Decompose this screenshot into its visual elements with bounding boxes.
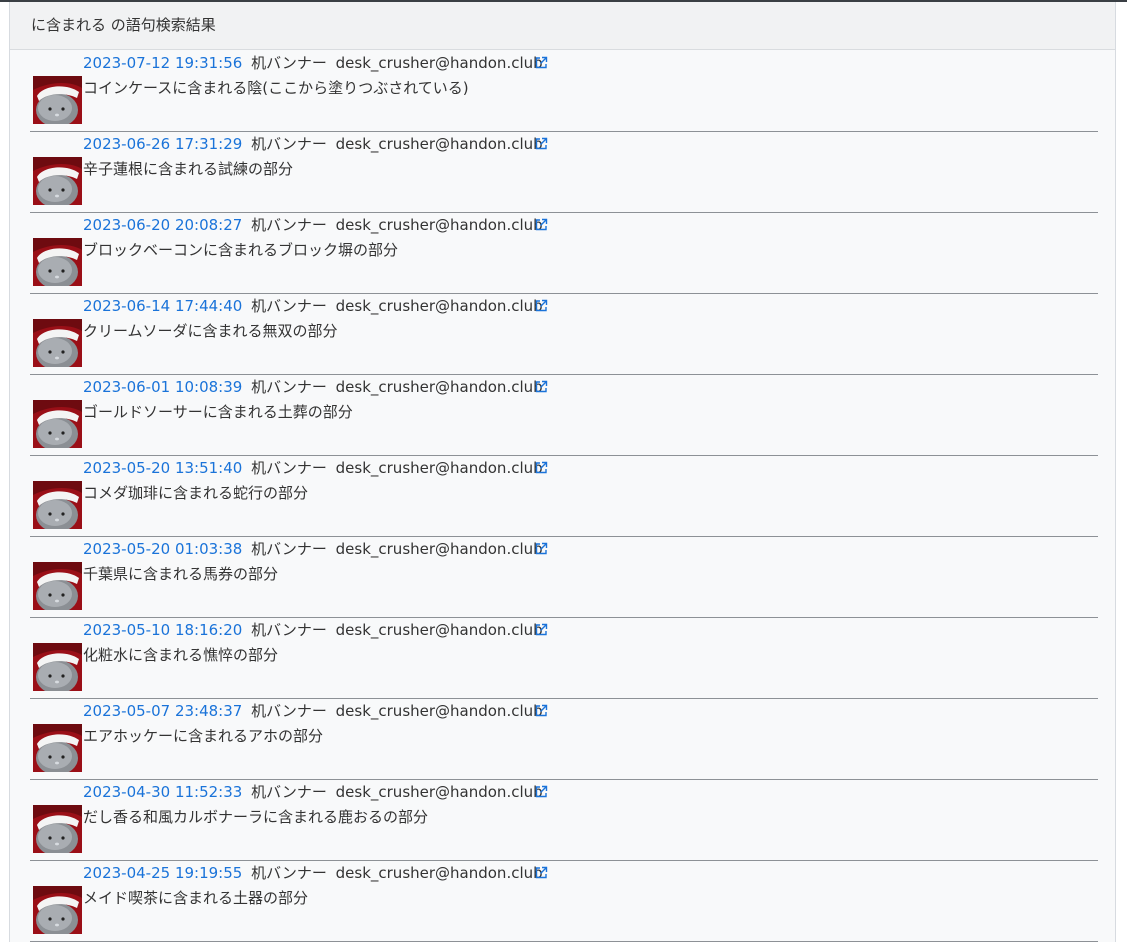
- entry-meta: 2023-05-20 01:03:38 机バンナー desk_crusher@h…: [83, 540, 543, 558]
- avatar[interactable]: [33, 319, 82, 367]
- avatar[interactable]: [33, 481, 82, 529]
- entry-content: クリームソーダに含まれる無双の部分: [83, 322, 338, 340]
- external-link-icon[interactable]: [534, 784, 548, 798]
- author-name: 机バンナー: [251, 54, 327, 72]
- timestamp-link[interactable]: 2023-05-10 18:16:20: [83, 621, 242, 639]
- list-item: 2023-06-01 10:08:39 机バンナー desk_crusher@h…: [30, 375, 1098, 456]
- account-handle: desk_crusher@handon.club: [335, 621, 543, 639]
- entry-meta: 2023-07-12 19:31:56 机バンナー desk_crusher@h…: [83, 54, 543, 72]
- author-name: 机バンナー: [251, 864, 327, 882]
- list-item: 2023-06-26 17:31:29 机バンナー desk_crusher@h…: [30, 132, 1098, 213]
- list-item: 2023-05-20 13:51:40 机バンナー desk_crusher@h…: [30, 456, 1098, 537]
- list-item: 2023-06-14 17:44:40 机バンナー desk_crusher@h…: [30, 294, 1098, 375]
- author-name: 机バンナー: [251, 783, 327, 801]
- timestamp-link[interactable]: 2023-07-12 19:31:56: [83, 54, 242, 72]
- external-link-icon[interactable]: [534, 703, 548, 717]
- account-handle: desk_crusher@handon.club: [335, 783, 543, 801]
- avatar[interactable]: [33, 157, 82, 205]
- timestamp-link[interactable]: 2023-05-20 13:51:40: [83, 459, 242, 477]
- external-link-icon[interactable]: [534, 136, 548, 150]
- external-link-icon[interactable]: [534, 622, 548, 636]
- account-handle: desk_crusher@handon.club: [335, 459, 543, 477]
- list-item: 2023-06-20 20:08:27 机バンナー desk_crusher@h…: [30, 213, 1098, 294]
- entry-content: 辛子蓮根に含まれる試練の部分: [83, 160, 294, 178]
- avatar[interactable]: [33, 76, 82, 124]
- timestamp-link[interactable]: 2023-04-30 11:52:33: [83, 783, 242, 801]
- external-link-icon[interactable]: [534, 217, 548, 231]
- avatar[interactable]: [33, 886, 82, 934]
- entry-content: ブロックベーコンに含まれるブロック塀の部分: [83, 241, 399, 259]
- account-handle: desk_crusher@handon.club: [335, 297, 543, 315]
- external-link-icon[interactable]: [534, 55, 548, 69]
- external-link-icon[interactable]: [534, 460, 548, 474]
- external-link-icon[interactable]: [534, 379, 548, 393]
- panel-title: に含まれる の語句検索結果: [10, 2, 1115, 50]
- entry-content: コメダ珈琲に含まれる蛇行の部分: [83, 484, 309, 502]
- author-name: 机バンナー: [251, 216, 327, 234]
- avatar[interactable]: [33, 238, 82, 286]
- entry-content: コインケースに含まれる陰(ここから塗りつぶされている): [83, 79, 469, 97]
- results-list: 2023-07-12 19:31:56 机バンナー desk_crusher@h…: [30, 51, 1098, 942]
- author-name: 机バンナー: [251, 135, 327, 153]
- entry-meta: 2023-06-01 10:08:39 机バンナー desk_crusher@h…: [83, 378, 543, 396]
- avatar[interactable]: [33, 724, 82, 772]
- author-name: 机バンナー: [251, 621, 327, 639]
- author-name: 机バンナー: [251, 540, 327, 558]
- entry-content: ゴールドソーサーに含まれる土葬の部分: [83, 403, 353, 421]
- list-item: 2023-05-07 23:48:37 机バンナー desk_crusher@h…: [30, 699, 1098, 780]
- timestamp-link[interactable]: 2023-05-07 23:48:37: [83, 702, 242, 720]
- entry-content: エアホッケーに含まれるアホの部分: [83, 727, 324, 745]
- author-name: 机バンナー: [251, 459, 327, 477]
- timestamp-link[interactable]: 2023-04-25 19:19:55: [83, 864, 242, 882]
- account-handle: desk_crusher@handon.club: [335, 540, 543, 558]
- entry-meta: 2023-06-20 20:08:27 机バンナー desk_crusher@h…: [83, 216, 543, 234]
- entry-meta: 2023-04-30 11:52:33 机バンナー desk_crusher@h…: [83, 783, 543, 801]
- account-handle: desk_crusher@handon.club: [335, 378, 543, 396]
- entry-content: メイド喫茶に含まれる土器の部分: [83, 889, 309, 907]
- entry-content: だし香る和風カルボナーラに含まれる鹿おるの部分: [83, 808, 429, 826]
- timestamp-link[interactable]: 2023-06-14 17:44:40: [83, 297, 242, 315]
- account-handle: desk_crusher@handon.club: [335, 135, 543, 153]
- entry-meta: 2023-04-25 19:19:55 机バンナー desk_crusher@h…: [83, 864, 543, 882]
- external-link-icon[interactable]: [534, 865, 548, 879]
- list-item: 2023-05-10 18:16:20 机バンナー desk_crusher@h…: [30, 618, 1098, 699]
- avatar[interactable]: [33, 562, 82, 610]
- entry-content: 化粧水に含まれる憔悴の部分: [83, 646, 279, 664]
- account-handle: desk_crusher@handon.club: [335, 864, 543, 882]
- search-results-panel: に含まれる の語句検索結果 2023-07-12 19:31:56 机バンナー …: [9, 2, 1116, 942]
- avatar[interactable]: [33, 400, 82, 448]
- external-link-icon[interactable]: [534, 298, 548, 312]
- list-item: 2023-04-25 19:19:55 机バンナー desk_crusher@h…: [30, 861, 1098, 942]
- avatar[interactable]: [33, 643, 82, 691]
- account-handle: desk_crusher@handon.club: [335, 54, 543, 72]
- avatar[interactable]: [33, 805, 82, 853]
- entry-meta: 2023-06-14 17:44:40 机バンナー desk_crusher@h…: [83, 297, 543, 315]
- list-item: 2023-04-30 11:52:33 机バンナー desk_crusher@h…: [30, 780, 1098, 861]
- entry-meta: 2023-05-20 13:51:40 机バンナー desk_crusher@h…: [83, 459, 543, 477]
- timestamp-link[interactable]: 2023-06-26 17:31:29: [83, 135, 242, 153]
- entry-meta: 2023-05-07 23:48:37 机バンナー desk_crusher@h…: [83, 702, 543, 720]
- author-name: 机バンナー: [251, 378, 327, 396]
- timestamp-link[interactable]: 2023-06-20 20:08:27: [83, 216, 242, 234]
- account-handle: desk_crusher@handon.club: [335, 702, 543, 720]
- list-item: 2023-05-20 01:03:38 机バンナー desk_crusher@h…: [30, 537, 1098, 618]
- author-name: 机バンナー: [251, 297, 327, 315]
- entry-content: 千葉県に含まれる馬券の部分: [83, 565, 279, 583]
- list-item: 2023-07-12 19:31:56 机バンナー desk_crusher@h…: [30, 51, 1098, 132]
- account-handle: desk_crusher@handon.club: [335, 216, 543, 234]
- entry-meta: 2023-06-26 17:31:29 机バンナー desk_crusher@h…: [83, 135, 543, 153]
- author-name: 机バンナー: [251, 702, 327, 720]
- timestamp-link[interactable]: 2023-06-01 10:08:39: [83, 378, 242, 396]
- timestamp-link[interactable]: 2023-05-20 01:03:38: [83, 540, 242, 558]
- entry-meta: 2023-05-10 18:16:20 机バンナー desk_crusher@h…: [83, 621, 543, 639]
- external-link-icon[interactable]: [534, 541, 548, 555]
